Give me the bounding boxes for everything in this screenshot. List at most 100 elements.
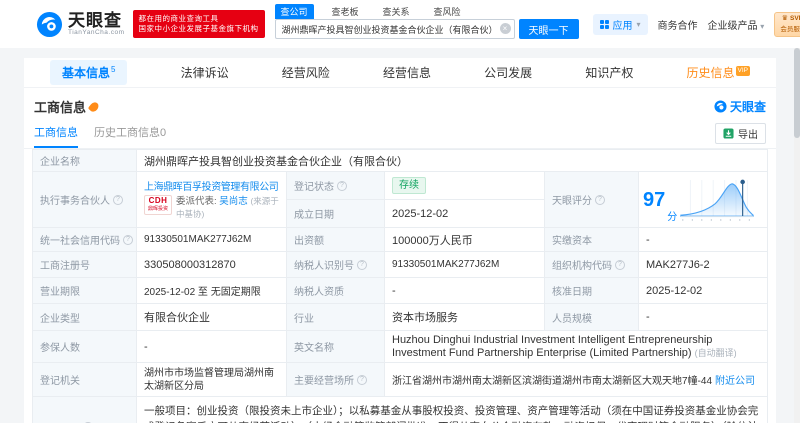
- tax-qualification-label: 纳税人资质: [287, 278, 385, 303]
- subtab-business-info[interactable]: 工商信息: [34, 124, 78, 148]
- org-code-value: MAK277J6-2: [646, 258, 710, 271]
- org-code-label: 组织机构代码?: [545, 252, 639, 277]
- tab-history-info[interactable]: 历史信息 VIP: [686, 64, 750, 81]
- nav-business-cooperation[interactable]: 商务合作: [658, 17, 698, 32]
- capital-label: 出资额: [287, 228, 385, 251]
- export-button[interactable]: 导出: [715, 123, 766, 144]
- info-icon[interactable]: ?: [113, 194, 123, 205]
- tab-operation-risk[interactable]: 经营风险: [282, 64, 330, 81]
- english-name-value: Huzhou Dinghui Industrial Investment Int…: [392, 333, 737, 359]
- subtab-history-business-info[interactable]: 历史工商信息0: [94, 124, 166, 148]
- tab-basic-info[interactable]: 基本信息5: [50, 60, 128, 85]
- info-icon[interactable]: ?: [357, 374, 367, 385]
- info-icon[interactable]: ?: [595, 194, 605, 205]
- company-name-value: 湖州鼎晖产投具智创业投资基金合伙企业（有限合伙）: [144, 155, 408, 168]
- search-area: 查公司 查老板 查关系 查风险 × 天眼一下: [274, 3, 579, 39]
- section-title-row: 工商信息 天眼查: [24, 88, 776, 121]
- score-unit: 分: [667, 212, 678, 223]
- flame-icon: [87, 100, 101, 113]
- partner-company-link[interactable]: 上海鼎晖百孚投资管理有限公司: [144, 178, 279, 193]
- reg-status-value: 存续: [385, 172, 544, 199]
- page-gap: [0, 48, 800, 58]
- credit-code-label: 统一社会信用代码?: [33, 228, 137, 251]
- section-tabs: 基本信息5 法律诉讼 经营风险 经营信息 公司发展 知识产权 历史信息 VIP: [24, 58, 776, 88]
- section-title: 工商信息: [34, 97, 101, 116]
- tab-legal[interactable]: 法律诉讼: [181, 64, 229, 81]
- apps-menu[interactable]: 应用 ▾: [592, 13, 648, 35]
- table-row: 企业类型 有限合伙企业 行业 资本市场服务 人员规模 -: [33, 304, 767, 331]
- search-tab-relation[interactable]: 查关系: [377, 4, 416, 19]
- approval-date-value: 2025-12-02: [646, 284, 703, 297]
- business-scope-value: 一般项目：创业投资（限投资未上市企业）；以私募基金从事股权投资、投资管理、资产管…: [144, 405, 759, 423]
- info-icon[interactable]: ?: [615, 259, 625, 270]
- export-icon: [723, 128, 734, 139]
- representative-link[interactable]: 吴尚志: [219, 196, 248, 207]
- table-row: 统一社会信用代码? 91330501MAK277J62M 出资额 100000万…: [33, 228, 767, 252]
- status-badge: 存续: [392, 177, 426, 194]
- chevron-down-icon: ▾: [636, 19, 641, 29]
- search-button[interactable]: 天眼一下: [518, 19, 579, 39]
- capital-value: 100000万人民币: [385, 228, 545, 251]
- company-logo: CDH 鼎晖投资: [144, 195, 173, 215]
- english-name-label: 英文名称: [287, 331, 385, 362]
- business-site-value: 浙江省湖州市湖州南太湖新区滨湖街道湖州市南太湖新区大观天地7幢-44 附近公司: [385, 363, 767, 396]
- top-bar: 天眼查 TianYanCha.com 都在用的商业查询工具 国家中小企业发展子基…: [0, 0, 800, 48]
- tianyancha-logo-icon: [36, 11, 63, 37]
- score-distribution-chart: [680, 179, 754, 221]
- tax-qualification-value: -: [385, 278, 545, 303]
- subtab-row: 工商信息 历史工商信息0 导出: [24, 121, 776, 149]
- tax-id-label: 纳税人识别号?: [287, 252, 385, 277]
- search-tabs: 查公司 查老板 查关系 查风险: [274, 3, 579, 19]
- info-icon[interactable]: ?: [357, 259, 367, 270]
- brand-slogan: 都在用的商业查询工具 国家中小企业发展子基金旗下机构: [132, 10, 265, 38]
- paid-capital-value: -: [646, 233, 650, 246]
- table-row: 登记机关 湖州市市场监督管理局湖州南太湖新区分局 主要经营场所? 浙江省湖州市湖…: [33, 362, 767, 397]
- company-type-value: 有限合伙企业: [137, 304, 287, 330]
- score-value: 97: [643, 188, 666, 211]
- business-info-table: 企业名称 湖州鼎晖产投具智创业投资基金合伙企业（有限合伙） 执行事务合伙人? 上…: [32, 149, 768, 423]
- search-input[interactable]: [274, 19, 515, 39]
- company-type-label: 企业类型: [33, 304, 137, 330]
- svip-badge[interactable]: ♛ SVIP 会员服务: [774, 11, 800, 37]
- paid-capital-label: 实缴资本: [545, 228, 639, 251]
- tax-id-value: 91330501MAK277J62M: [385, 252, 545, 277]
- scrollbar-thumb[interactable]: [794, 48, 800, 138]
- table-row: 执行事务合伙人? 上海鼎晖百孚投资管理有限公司 CDH 鼎晖投资 委派代表: 吴尚…: [33, 172, 767, 228]
- reg-authority-value: 湖州市市场监督管理局湖州南太湖新区分局: [137, 362, 287, 397]
- establish-date-label: 成立日期: [287, 200, 385, 227]
- reg-number-label: 工商注册号: [33, 252, 137, 277]
- tianyancha-logo[interactable]: 天眼查 TianYanCha.com: [36, 11, 125, 38]
- table-row: 参保人数 - 英文名称 Huzhou Dinghui Industrial In…: [33, 331, 767, 363]
- tianyancha-watermark: 天眼查: [714, 98, 766, 115]
- score-value-cell: 97 分: [639, 172, 767, 227]
- tab-operation-info[interactable]: 经营信息: [383, 64, 431, 81]
- approval-date-label: 核准日期: [545, 278, 639, 303]
- business-site-label: 主要经营场所?: [287, 363, 385, 396]
- term-value: 2025-12-02 至 无固定期限: [137, 278, 287, 303]
- term-label: 营业期限: [33, 278, 137, 303]
- search-tab-boss[interactable]: 查老板: [326, 4, 365, 19]
- top-nav: 应用▾ 商务合作 企业级产品 ▾ ♛ SVIP 会员服务 此处有▾: [592, 11, 800, 37]
- business-scope-label: 经营范围?: [33, 397, 137, 423]
- reg-status-label: 登记状态?: [287, 172, 385, 199]
- info-icon[interactable]: ?: [123, 234, 133, 245]
- industry-label: 行业: [287, 304, 385, 330]
- staff-size-label: 人员规模: [545, 304, 639, 330]
- nav-enterprise-products[interactable]: 企业级产品 ▾: [708, 17, 765, 32]
- company-card: 基本信息5 法律诉讼 经营风险 经营信息 公司发展 知识产权 历史信息 VIP 工…: [24, 58, 776, 423]
- tab-company-development[interactable]: 公司发展: [484, 64, 532, 81]
- partner-label: 执行事务合伙人?: [33, 172, 137, 227]
- tianyancha-logo-icon: [714, 100, 727, 113]
- score-label: 天眼评分?: [545, 172, 639, 227]
- info-icon[interactable]: ?: [337, 180, 347, 191]
- nearby-companies-link[interactable]: 附近公司: [715, 372, 755, 387]
- chevron-down-icon: ▾: [760, 21, 765, 31]
- search-tab-company[interactable]: 查公司: [274, 3, 314, 19]
- insured-value: -: [137, 331, 287, 362]
- industry-value: 资本市场服务: [385, 304, 545, 330]
- search-tab-risk[interactable]: 查风险: [428, 4, 467, 19]
- tab-ip[interactable]: 知识产权: [585, 64, 633, 81]
- scrollbar[interactable]: [794, 48, 800, 423]
- credit-code-value: 91330501MAK277J62M: [137, 228, 287, 251]
- clear-icon[interactable]: ×: [499, 23, 511, 34]
